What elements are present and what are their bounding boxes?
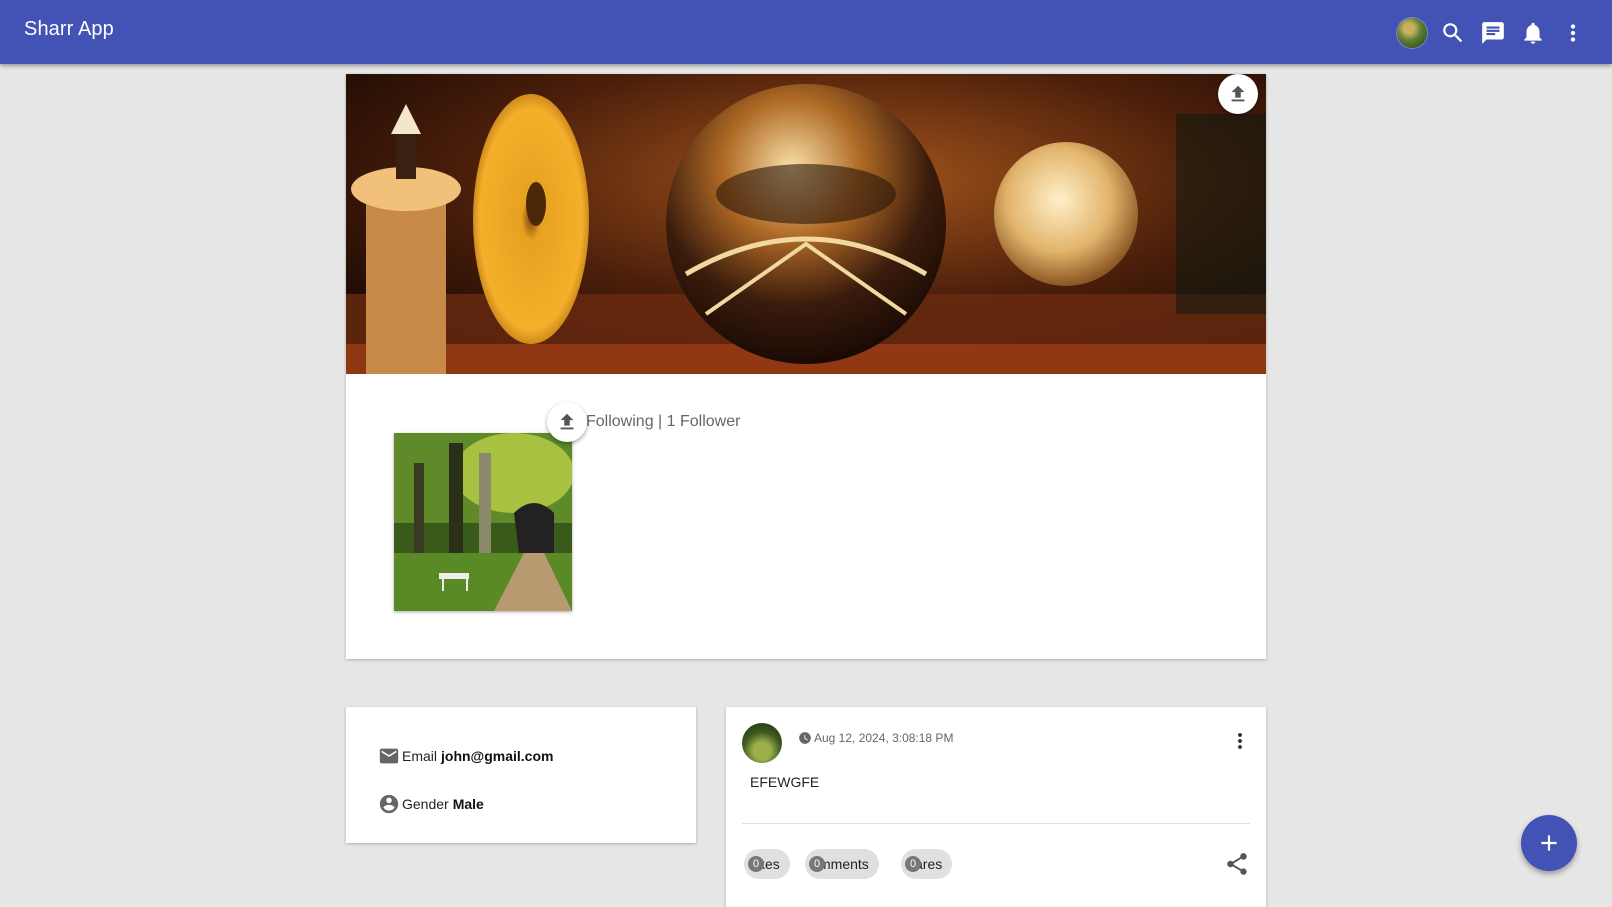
post-options-button[interactable] bbox=[1228, 729, 1252, 753]
upload-icon bbox=[560, 413, 574, 430]
profile-photo-upload-button[interactable] bbox=[547, 402, 587, 442]
post-author-avatar[interactable] bbox=[742, 723, 782, 763]
share-icon[interactable] bbox=[1224, 851, 1250, 877]
profile-card: Following | 1 Follower bbox=[346, 74, 1266, 659]
chat-icon[interactable] bbox=[1480, 20, 1506, 46]
divider bbox=[742, 823, 1250, 824]
email-value: john@gmail.com bbox=[441, 748, 554, 764]
comments-chip[interactable]: 0 mments bbox=[805, 849, 879, 879]
cover-photo bbox=[346, 74, 1266, 374]
post-text: EFEWGFE bbox=[750, 774, 820, 790]
upload-icon bbox=[1231, 85, 1245, 102]
account-circle-icon bbox=[379, 794, 399, 814]
profile-photo bbox=[394, 433, 572, 611]
comments-count: 0 bbox=[809, 856, 825, 872]
gender-label: Gender bbox=[402, 796, 449, 812]
more-vert-icon bbox=[1238, 733, 1242, 749]
email-icon bbox=[379, 748, 399, 764]
post-timestamp: Aug 12, 2024, 3:08:18 PM bbox=[798, 731, 953, 745]
shares-count: 0 bbox=[905, 856, 921, 872]
follow-stats[interactable]: Following | 1 Follower bbox=[586, 413, 740, 431]
gender-row: Gender Male bbox=[378, 793, 484, 815]
add-icon bbox=[1541, 835, 1557, 851]
post-card: Aug 12, 2024, 3:08:18 PM EFEWGFE 0 kes 0… bbox=[726, 707, 1266, 907]
notifications-icon[interactable] bbox=[1520, 20, 1546, 46]
post-timestamp-text: Aug 12, 2024, 3:08:18 PM bbox=[814, 731, 954, 745]
clock-icon bbox=[799, 732, 811, 744]
shares-chip[interactable]: 0 ares bbox=[901, 849, 953, 879]
email-row: Email john@gmail.com bbox=[378, 745, 553, 767]
app-title[interactable]: Sharr App bbox=[24, 18, 114, 41]
create-post-button[interactable] bbox=[1521, 815, 1577, 871]
app-bar: Sharr App bbox=[0, 0, 1612, 64]
email-label: Email bbox=[402, 748, 438, 764]
likes-count: 0 bbox=[748, 856, 764, 872]
cover-upload-button[interactable] bbox=[1218, 74, 1258, 114]
search-icon[interactable] bbox=[1440, 20, 1466, 46]
likes-chip[interactable]: 0 kes bbox=[744, 849, 790, 879]
comments-label: mments bbox=[819, 856, 869, 872]
gender-value: Male bbox=[452, 796, 484, 812]
user-avatar[interactable] bbox=[1397, 18, 1427, 48]
more-vert-icon[interactable] bbox=[1560, 20, 1586, 46]
about-card: Email john@gmail.com Gender Male bbox=[346, 707, 696, 843]
